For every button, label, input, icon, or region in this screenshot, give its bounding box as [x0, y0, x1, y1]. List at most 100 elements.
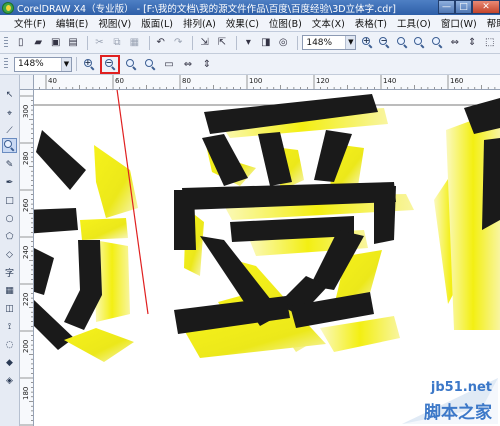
- rectangle-tool-icon[interactable]: □: [2, 193, 17, 208]
- text-art-char-ai[interactable]: [174, 94, 414, 358]
- title-bar: CorelDRAW X4（专业版） - [F:\我的文档\我的源文件作品\百度\…: [0, 0, 500, 15]
- ruler-label: 200: [22, 340, 30, 353]
- menu-help[interactable]: 帮助(H): [482, 16, 500, 30]
- zoom-to-width-icon[interactable]: ⇔: [180, 56, 196, 72]
- minimize-button[interactable]: —: [438, 0, 455, 14]
- ruler-label: 220: [22, 293, 30, 306]
- zoom-to-selected-icon[interactable]: [123, 56, 139, 72]
- zoom-levels-value: 148%: [306, 37, 333, 48]
- zoom-to-height-icon[interactable]: ⇕: [465, 35, 479, 51]
- corel-online-icon[interactable]: ◎: [276, 35, 290, 51]
- text-art-char-ni[interactable]: [434, 98, 500, 330]
- save-icon[interactable]: ▣: [48, 35, 62, 51]
- menu-bar: 文件(F) 编辑(E) 视图(V) 版面(L) 排列(A) 效果(C) 位图(B…: [0, 15, 500, 32]
- zoom-to-width-icon[interactable]: ⇔: [448, 35, 462, 51]
- canvas-artwork: [34, 90, 500, 362]
- vertical-ruler[interactable]: 300280260240220200180160: [20, 90, 34, 426]
- zoom-in-icon[interactable]: +: [81, 56, 97, 72]
- window-title: CorelDRAW X4（专业版） - [F:\我的文档\我的源文件作品\百度\…: [17, 3, 396, 15]
- toolbar-grip[interactable]: [4, 58, 8, 70]
- redo-icon[interactable]: ↷: [171, 35, 185, 51]
- cut-icon[interactable]: ✂: [92, 35, 106, 51]
- separator: [87, 35, 89, 50]
- open-icon[interactable]: ▰: [31, 35, 45, 51]
- pick-tool-icon[interactable]: ↖: [2, 87, 17, 102]
- menu-table[interactable]: 表格(T): [350, 16, 392, 30]
- watermark: jb51.net 脚本之家: [362, 378, 498, 424]
- horizontal-ruler[interactable]: 40 60 80 100 120 140 160: [20, 75, 500, 90]
- ellipse-tool-icon[interactable]: ○: [2, 211, 17, 226]
- zoom-to-height-icon[interactable]: ⇕: [199, 56, 215, 72]
- paste-icon[interactable]: ▦: [127, 35, 141, 51]
- interactive-blend-tool-icon[interactable]: ◫: [2, 301, 17, 316]
- close-button[interactable]: ✕: [472, 0, 500, 14]
- ruler-origin[interactable]: [20, 75, 34, 90]
- menu-text[interactable]: 文本(X): [307, 16, 350, 30]
- menu-file[interactable]: 文件(F): [14, 16, 51, 30]
- ruler-label: 60: [115, 77, 124, 85]
- ruler-label: 140: [383, 77, 396, 85]
- new-document-icon[interactable]: ▯: [14, 35, 28, 51]
- text-tool-icon[interactable]: 字: [2, 265, 17, 280]
- zoom-to-page-icon[interactable]: [430, 35, 444, 51]
- menu-arrange[interactable]: 排列(A): [178, 16, 221, 30]
- welcome-screen-icon[interactable]: ◨: [259, 35, 273, 51]
- export-icon[interactable]: ⇱: [215, 35, 229, 51]
- zoom-out-icon[interactable]: −: [378, 35, 392, 51]
- menu-tools[interactable]: 工具(O): [392, 16, 436, 30]
- shape-tool-icon[interactable]: ⌖: [2, 106, 17, 121]
- import-icon[interactable]: ⇲: [197, 35, 211, 51]
- menu-bitmaps[interactable]: 位图(B): [264, 16, 307, 30]
- maximize-button[interactable]: □: [455, 0, 472, 14]
- ruler-label: 240: [22, 246, 30, 259]
- chevron-down-icon[interactable]: ▼: [345, 36, 356, 49]
- text-art-char-wo[interactable]: [34, 130, 138, 362]
- separator: [192, 35, 194, 50]
- vertical-ruler-ticks: 300280260240220200180160: [20, 95, 33, 426]
- zoom-in-icon[interactable]: +: [360, 35, 374, 51]
- zoom-out-icon: −: [104, 58, 116, 70]
- zoom-out-button-highlighted[interactable]: −: [100, 54, 120, 74]
- menu-view[interactable]: 视图(V): [93, 16, 136, 30]
- interactive-fill-tool-icon[interactable]: ◈: [2, 373, 17, 388]
- menu-window[interactable]: 窗口(W): [436, 16, 482, 30]
- zoom-to-all-objects-icon[interactable]: [413, 35, 427, 51]
- standard-toolbar: ▯ ▰ ▣ ▤ ✂ ⧉ ▦ ↶ ↷ ⇲ ⇱ ▾ ◨ ◎ 148% ▼ + − ⇔…: [0, 32, 500, 54]
- chevron-down-icon[interactable]: ▼: [61, 57, 71, 71]
- ruler-label: 260: [22, 199, 30, 212]
- table-tool-icon[interactable]: ▦: [2, 283, 17, 298]
- menu-edit[interactable]: 编辑(E): [51, 16, 93, 30]
- zoom-levels-select[interactable]: 148% ▼: [302, 35, 357, 50]
- zoom-level-select[interactable]: 148% ▼: [14, 56, 72, 72]
- zoom-to-page-icon[interactable]: ▭: [161, 56, 177, 72]
- toolbar-grip[interactable]: [4, 36, 8, 49]
- zoom-tool-icon[interactable]: [2, 138, 17, 153]
- outline-tool-icon[interactable]: ◌: [2, 337, 17, 352]
- print-icon[interactable]: ▤: [66, 35, 80, 51]
- freehand-tool-icon[interactable]: ✎: [2, 157, 17, 172]
- watermark-site-name: 脚本之家: [424, 403, 492, 423]
- separator: [148, 35, 150, 50]
- ruler-label: 280: [22, 152, 30, 165]
- basic-shapes-tool-icon[interactable]: ◇: [2, 247, 17, 262]
- ruler-label: 180: [22, 387, 30, 400]
- fit-page-icon[interactable]: ⬚: [482, 35, 496, 51]
- menu-effects[interactable]: 效果(C): [221, 16, 264, 30]
- undo-icon[interactable]: ↶: [154, 35, 168, 51]
- separator: [236, 35, 238, 50]
- zoom-to-selected-icon[interactable]: [395, 35, 409, 51]
- zoom-to-all-objects-icon[interactable]: [142, 56, 158, 72]
- fill-tool-icon[interactable]: ◆: [2, 355, 17, 370]
- separator: [297, 35, 299, 50]
- property-bar: 148% ▼ + − ▭ ⇔ ⇕: [0, 54, 500, 75]
- coreldraw-logo-icon: [2, 1, 14, 14]
- crop-tool-icon[interactable]: ⟋: [2, 123, 17, 138]
- horizontal-ruler-ticks: 40 60 80 100 120 140 160: [25, 75, 496, 89]
- smart-fill-tool-icon[interactable]: ✒: [2, 175, 17, 190]
- eyedropper-tool-icon[interactable]: ⟟: [2, 319, 17, 334]
- copy-icon[interactable]: ⧉: [110, 35, 124, 51]
- menu-layout[interactable]: 版面(L): [136, 16, 178, 30]
- application-launcher-icon[interactable]: ▾: [241, 35, 255, 51]
- drawing-canvas[interactable]: jb51.net 脚本之家: [34, 90, 500, 426]
- polygon-tool-icon[interactable]: ⬠: [2, 229, 17, 244]
